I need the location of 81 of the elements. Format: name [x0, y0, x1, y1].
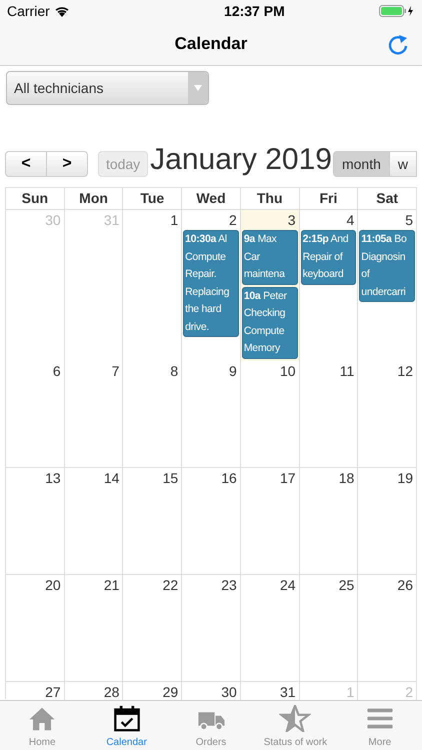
day-number: 26	[397, 576, 414, 595]
day-cell[interactable]: 9	[182, 361, 241, 468]
day-cell[interactable]: 11	[300, 361, 358, 468]
star-icon	[279, 705, 312, 732]
day-cell[interactable]: 7	[64, 361, 124, 468]
day-number: 30	[45, 211, 62, 230]
day-cell[interactable]: 22	[123, 575, 182, 682]
day-cell[interactable]: 6	[6, 361, 65, 468]
day-cell[interactable]: 23	[182, 575, 241, 682]
view-tab[interactable]: w	[390, 151, 417, 177]
day-number: 22	[162, 576, 180, 595]
calendar-event[interactable]: 10:30a Al Compute Repair. Replacing the hard drive.	[183, 230, 239, 337]
day-cell[interactable]: 19	[358, 468, 417, 575]
day-number: 21	[104, 576, 120, 595]
day-cell[interactable]: 21	[64, 575, 124, 682]
day-cell[interactable]: 20	[6, 575, 65, 682]
day-number: 6	[52, 362, 62, 381]
day-number: 8	[170, 362, 180, 381]
calendar-event[interactable]: 9a Max Car maintena	[242, 230, 298, 284]
day-cell[interactable]: 8	[123, 361, 182, 468]
day-cell[interactable]: 24	[240, 575, 300, 682]
day-number: 13	[45, 469, 62, 488]
day-number: 1	[170, 211, 180, 230]
view-tab[interactable]: month	[332, 151, 390, 177]
month-title: January 2019	[150, 143, 332, 177]
day-cell[interactable]: 17	[240, 468, 300, 575]
day-number: 14	[104, 469, 120, 488]
day-cell[interactable]: 26	[358, 575, 417, 682]
day-number: 12	[397, 362, 414, 381]
day-number: 25	[338, 576, 356, 595]
tab-bar-item[interactable]: Calendar	[84, 701, 169, 750]
day-number: 17	[280, 469, 297, 488]
day-number: 11	[340, 362, 356, 381]
day-number: 20	[45, 576, 62, 595]
day-number: 30	[221, 683, 238, 700]
calendar-event[interactable]: 2:15p And Repair of keyboard	[300, 230, 356, 284]
day-cell[interactable]: 2 10:30a Al Compute Repair. Replacing the hard drive.	[182, 210, 241, 362]
day-number: 7	[112, 362, 120, 381]
day-number: 3	[288, 211, 297, 230]
calendar-event[interactable]: 10a Peter Checking Compute Memory	[242, 286, 298, 358]
day-cell[interactable]: 28	[64, 682, 124, 700]
refresh-button[interactable]	[386, 32, 410, 56]
day-cell[interactable]: 13	[6, 468, 65, 575]
day-cell[interactable]: 16	[182, 468, 241, 575]
day-number: 15	[162, 469, 180, 488]
day-number: 10	[280, 362, 297, 381]
previous-button[interactable]: <	[5, 151, 47, 177]
day-number: 2	[229, 211, 238, 230]
wifi-icon	[54, 5, 70, 17]
day-cell[interactable]: 4 2:15p And Repair of keyboard	[300, 210, 358, 362]
day-cell[interactable]: 5 11:05a Bo Diagnosin of undercarri	[358, 210, 417, 362]
day-number: 31	[104, 211, 120, 230]
technician-select[interactable]: All technicians	[6, 71, 209, 105]
next-button[interactable]: >	[47, 151, 88, 177]
day-cell[interactable]: 3 9a Max Car maintena 10a Peter Checking Compute Memory	[240, 210, 300, 362]
day-number: 18	[338, 469, 356, 488]
day-number: 2	[405, 683, 414, 700]
day-cell[interactable]: 14	[64, 468, 124, 575]
day-number: 24	[280, 576, 297, 595]
day-number: 28	[104, 683, 120, 700]
carrier-label: Carrier	[7, 2, 50, 20]
day-number: 5	[405, 211, 414, 230]
day-number: 19	[397, 469, 414, 488]
day-number: 16	[221, 469, 238, 488]
nav-title: Calendar	[174, 32, 248, 55]
day-number: 4	[346, 211, 356, 230]
day-number: 23	[221, 576, 238, 595]
day-number: 29	[162, 683, 180, 700]
day-cell[interactable]: 15	[123, 468, 182, 575]
day-cell[interactable]: 10	[240, 361, 300, 468]
day-number: 31	[280, 683, 297, 700]
dropdown-caret-icon	[194, 85, 202, 91]
day-cell[interactable]: 12	[358, 361, 417, 468]
calendar-event[interactable]: 11:05a Bo Diagnosin of undercarri	[359, 230, 415, 302]
clock-time: 12:37 PM	[224, 2, 285, 20]
day-number: 9	[229, 362, 238, 381]
day-cell[interactable]: 18	[300, 468, 358, 575]
day-number: 27	[45, 683, 62, 700]
day-cell[interactable]: 25	[300, 575, 358, 682]
day-number: 1	[346, 683, 356, 700]
battery-icon	[378, 5, 415, 17]
